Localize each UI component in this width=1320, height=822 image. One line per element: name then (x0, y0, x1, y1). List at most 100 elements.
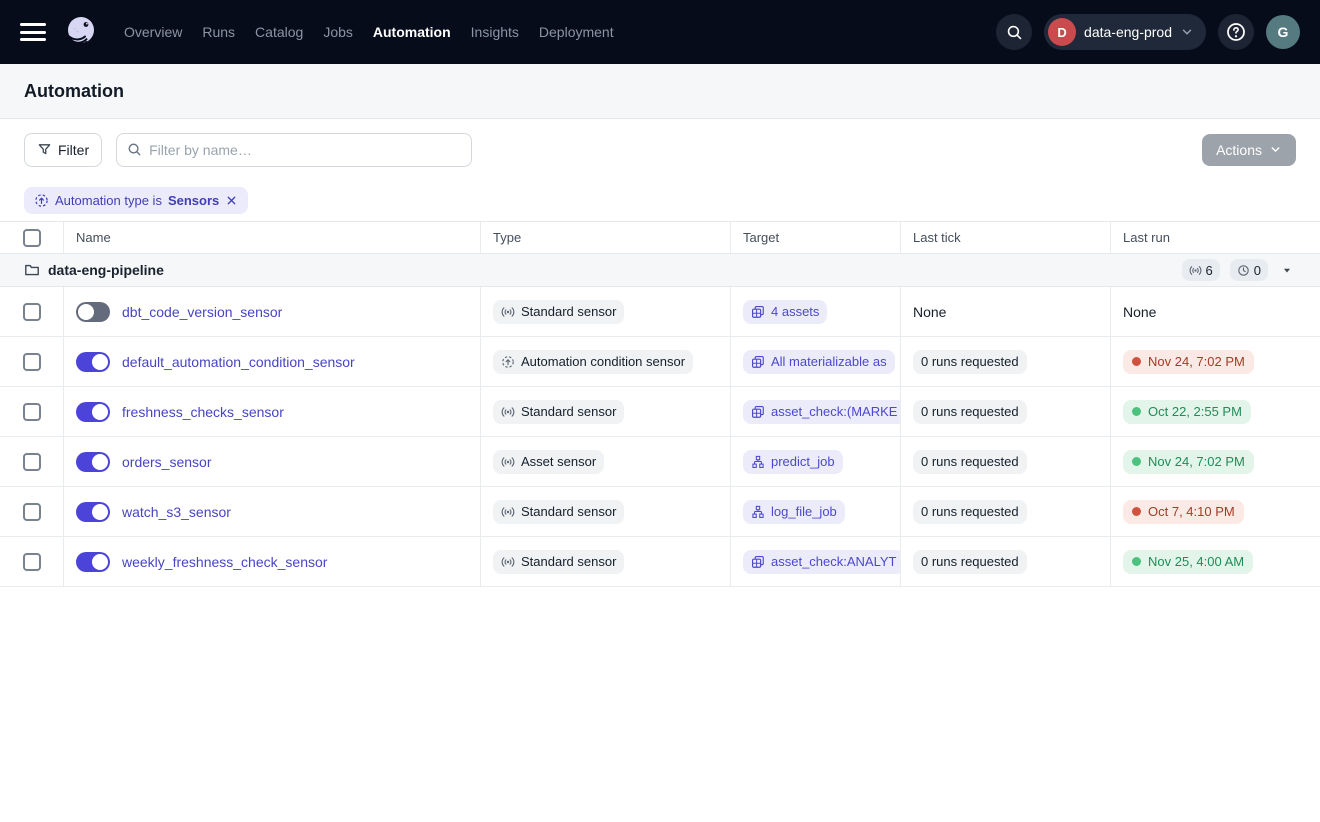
target-link[interactable]: predict_job (743, 450, 843, 474)
toolbar: Filter Actions (0, 119, 1320, 180)
last-run-link[interactable]: Oct 22, 2:55 PM (1123, 400, 1251, 424)
sensor-name-link[interactable]: watch_s3_sensor (122, 504, 231, 520)
search-icon (127, 142, 142, 157)
nav-item-insights[interactable]: Insights (471, 24, 519, 40)
nav-item-catalog[interactable]: Catalog (255, 24, 303, 40)
sensor-toggle[interactable] (76, 402, 110, 422)
user-avatar[interactable]: G (1266, 15, 1300, 49)
column-header-type: Type (481, 222, 731, 253)
workspace-name: data-eng-prod (1084, 24, 1172, 40)
target-link[interactable]: All materializable as (743, 350, 895, 374)
row-checkbox[interactable] (23, 303, 41, 321)
funnel-icon (37, 142, 52, 157)
sensor-icon (501, 305, 515, 319)
filter-chip-automation-type[interactable]: Automation type is Sensors (24, 187, 248, 214)
row-checkbox[interactable] (23, 503, 41, 521)
target-link[interactable]: log_file_job (743, 500, 845, 524)
table-row: watch_s3_sensor Standard sensor log_file… (0, 487, 1320, 537)
last-tick-value: 0 runs requested (913, 350, 1027, 374)
asset-icon (751, 555, 765, 569)
hamburger-icon[interactable] (20, 23, 46, 41)
nav-item-overview[interactable]: Overview (124, 24, 182, 40)
last-run-value: None (1123, 300, 1156, 324)
filter-button[interactable]: Filter (24, 133, 102, 167)
chevron-down-icon (1269, 143, 1282, 156)
actions-button[interactable]: Actions (1202, 134, 1296, 166)
name-filter-field (116, 133, 472, 167)
filter-chip-prefix: Automation type is (55, 193, 162, 208)
row-checkbox[interactable] (23, 403, 41, 421)
last-tick-value: 0 runs requested (913, 550, 1027, 574)
last-tick-value: None (913, 300, 946, 324)
sensor-name-link[interactable]: orders_sensor (122, 454, 212, 470)
workspace-switcher[interactable]: D data-eng-prod (1044, 14, 1206, 50)
folder-icon (24, 262, 40, 278)
last-run-link[interactable]: Nov 24, 7:02 PM (1123, 350, 1254, 374)
sensor-icon (501, 505, 515, 519)
type-badge: Standard sensor (493, 500, 624, 524)
table-header: Name Type Target Last tick Last run (0, 222, 1320, 254)
nav-item-automation[interactable]: Automation (373, 24, 451, 40)
last-run-link[interactable]: Nov 24, 7:02 PM (1123, 450, 1254, 474)
caret-down-icon[interactable] (1278, 261, 1296, 279)
code-location-name: data-eng-pipeline (48, 262, 164, 278)
target-link[interactable]: asset_check:ANALYT (743, 550, 901, 574)
dagster-logo[interactable] (62, 13, 100, 51)
last-run-link[interactable]: Nov 25, 4:00 AM (1123, 550, 1253, 574)
type-badge: Standard sensor (493, 550, 624, 574)
table-row: freshness_checks_sensor Standard sensor … (0, 387, 1320, 437)
filter-button-label: Filter (58, 142, 89, 158)
column-header-name: Name (64, 222, 481, 253)
table-row: orders_sensor Asset sensor predict_job 0… (0, 437, 1320, 487)
active-filters-row: Automation type is Sensors (0, 180, 1320, 222)
filter-chip-value: Sensors (168, 193, 219, 208)
row-checkbox[interactable] (23, 453, 41, 471)
sensor-name-link[interactable]: default_automation_condition_sensor (122, 354, 355, 370)
target-link[interactable]: 4 assets (743, 300, 827, 324)
top-nav: Overview Runs Catalog Jobs Automation In… (0, 0, 1320, 64)
sensor-toggle[interactable] (76, 552, 110, 572)
nav-item-runs[interactable]: Runs (202, 24, 235, 40)
workspace-badge: D (1048, 18, 1076, 46)
clock-icon (1237, 264, 1250, 277)
sensor-name-link[interactable]: freshness_checks_sensor (122, 404, 284, 420)
last-run-link[interactable]: Oct 7, 4:10 PM (1123, 500, 1244, 524)
status-dot (1132, 357, 1141, 366)
table-row: weekly_freshness_check_sensor Standard s… (0, 537, 1320, 587)
sensor-icon (501, 405, 515, 419)
nav-item-jobs[interactable]: Jobs (323, 24, 353, 40)
sensor-toggle[interactable] (76, 302, 110, 322)
sensor-count-badge: 6 (1182, 259, 1220, 281)
close-icon[interactable] (225, 194, 238, 207)
help-icon[interactable] (1218, 14, 1254, 50)
row-checkbox[interactable] (23, 353, 41, 371)
target-link[interactable]: asset_check:(MARKE (743, 400, 901, 424)
select-all-checkbox[interactable] (23, 229, 41, 247)
status-dot (1132, 507, 1141, 516)
status-dot (1132, 457, 1141, 466)
schedule-count-badge: 0 (1230, 259, 1268, 281)
sensor-name-link[interactable]: weekly_freshness_check_sensor (122, 554, 327, 570)
automation-condition-icon (501, 355, 515, 369)
row-checkbox[interactable] (23, 553, 41, 571)
sensor-name-link[interactable]: dbt_code_version_sensor (122, 304, 282, 320)
type-badge: Standard sensor (493, 400, 624, 424)
chevron-down-icon (1180, 25, 1194, 39)
type-badge: Asset sensor (493, 450, 604, 474)
sensor-toggle[interactable] (76, 352, 110, 372)
automation-condition-icon (34, 193, 49, 208)
nav-item-deployment[interactable]: Deployment (539, 24, 614, 40)
sensor-toggle[interactable] (76, 452, 110, 472)
sensor-icon (501, 555, 515, 569)
name-filter-input[interactable] (149, 142, 461, 158)
sensor-icon (1189, 264, 1202, 277)
type-badge: Standard sensor (493, 300, 624, 324)
nav-right: D data-eng-prod G (996, 14, 1300, 50)
search-icon[interactable] (996, 14, 1032, 50)
type-badge: Automation condition sensor (493, 350, 693, 374)
sensor-toggle[interactable] (76, 502, 110, 522)
last-tick-value: 0 runs requested (913, 450, 1027, 474)
table-row: dbt_code_version_sensor Standard sensor … (0, 287, 1320, 337)
page-title: Automation (24, 81, 124, 102)
status-dot (1132, 407, 1141, 416)
